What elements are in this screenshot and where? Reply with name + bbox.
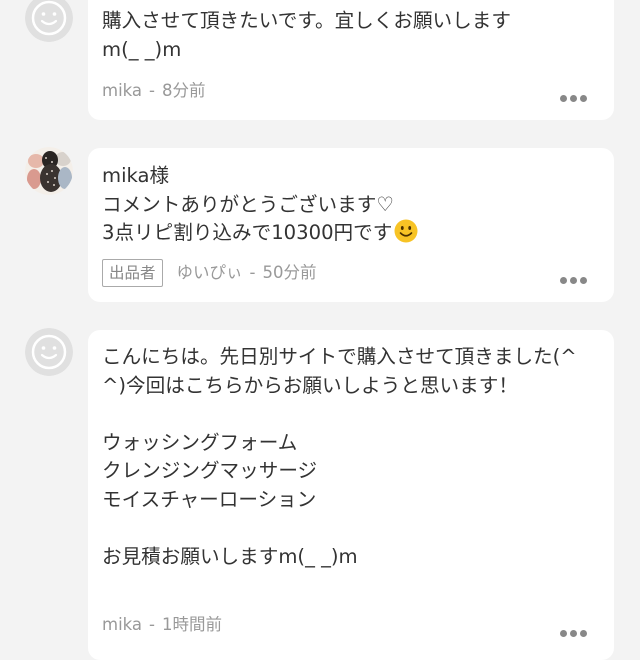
comment-meta: mika - 1時間前 — [102, 614, 222, 636]
meta-separator: - — [149, 615, 156, 634]
comment-author[interactable]: mika — [102, 614, 142, 636]
comment-bubble: こんにちは。先日別サイトで購入させて頂きました(^^)今回はこちらからお願いしよ… — [88, 330, 614, 660]
comment-text: こんにちは。先日別サイトで購入させて頂きました(^^)今回はこちらからお願いしよ… — [102, 345, 577, 568]
default-avatar-icon[interactable] — [25, 328, 73, 376]
comment-thread: 購入させて頂きたいです。宜しくお願いします m(_ _)m mika - 8分前 — [0, 0, 640, 660]
comment-item: こんにちは。先日別サイトで購入させて頂きました(^^)今回はこちらからお願いしよ… — [0, 0, 640, 660]
comment-time: 1時間前 — [162, 615, 223, 634]
more-options-icon[interactable] — [560, 630, 588, 638]
